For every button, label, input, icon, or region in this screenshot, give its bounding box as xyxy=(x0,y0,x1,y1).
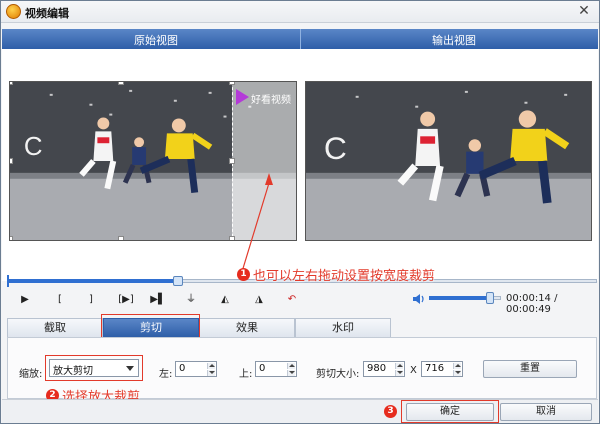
increment-icon[interactable] xyxy=(207,363,215,369)
crop-height-stepper[interactable]: 716 xyxy=(421,361,463,377)
crop-handle-top[interactable] xyxy=(118,82,124,85)
dance-scene-output-image: C xyxy=(306,82,591,240)
svg-text:C: C xyxy=(324,130,347,166)
timeline-thumb[interactable] xyxy=(173,276,183,286)
annotation-badge-3: 3 xyxy=(384,405,397,418)
annotation-text-1: 也可以左右拖动设置按宽度裁剪 xyxy=(253,269,436,284)
close-button[interactable]: ✕ xyxy=(575,3,593,21)
left-offset-value: 0 xyxy=(179,363,186,374)
crop-width-value: 980 xyxy=(367,363,387,374)
svg-text:C: C xyxy=(24,133,43,161)
reset-button[interactable]: 重置 xyxy=(483,360,577,378)
crop-handle-right[interactable] xyxy=(229,158,235,164)
play-selection-button[interactable]: [▶] xyxy=(114,292,138,308)
edit-tabs: 截取 剪切 效果 水印 xyxy=(7,318,597,337)
timeline-start-marker[interactable] xyxy=(7,275,9,287)
app-icon xyxy=(6,4,21,19)
size-x-separator: X xyxy=(410,365,417,376)
split-button[interactable]: ⏚ xyxy=(181,292,201,308)
left-offset-label: 左: xyxy=(159,369,173,380)
decrement-icon[interactable] xyxy=(287,370,295,376)
tab-watermark[interactable]: 水印 xyxy=(295,318,391,337)
volume-thumb[interactable] xyxy=(486,292,494,304)
time-current: 00:00:14 xyxy=(506,293,551,304)
tab-trim[interactable]: 截取 xyxy=(7,318,103,337)
haokan-logo-icon xyxy=(236,89,249,105)
header-divider xyxy=(300,29,301,49)
undo-button[interactable]: ↶ xyxy=(282,292,302,308)
crop-height-value: 716 xyxy=(425,363,445,374)
original-view-label: 原始视图 xyxy=(134,34,178,47)
cancel-button[interactable]: 取消 xyxy=(500,403,592,421)
annotation-badge-1: 1 xyxy=(237,268,250,281)
crop-handle-left[interactable] xyxy=(10,158,13,164)
watermark-logo-text: 好看视频 xyxy=(251,95,291,106)
decrement-icon[interactable] xyxy=(395,370,403,376)
tab-effects[interactable]: 效果 xyxy=(199,318,295,337)
increment-icon[interactable] xyxy=(287,363,295,369)
mark-in-button[interactable]: [ xyxy=(50,292,70,308)
crop-handle-bottom-right[interactable] xyxy=(229,236,235,240)
top-offset-value: 0 xyxy=(259,363,266,374)
output-video-preview: C xyxy=(305,81,592,241)
timeline-progress-fill xyxy=(7,279,178,283)
annotation-highlight-ok xyxy=(401,400,499,423)
crop-handle-bottom-left[interactable] xyxy=(10,236,13,240)
decrement-icon[interactable] xyxy=(207,370,215,376)
rotate-left-button[interactable]: ◭ xyxy=(215,292,235,308)
zoom-label: 缩放: xyxy=(19,369,43,380)
rotate-right-button[interactable]: ◮ xyxy=(249,292,269,308)
play-button[interactable]: ▶ xyxy=(15,292,35,308)
crop-handle-top-left[interactable] xyxy=(10,82,13,85)
crop-handle-top-right[interactable] xyxy=(229,82,235,85)
view-header-bar: 原始视图 输出视图 xyxy=(2,29,598,49)
crop-width-stepper[interactable]: 980 xyxy=(363,361,405,377)
title-bar: 视频编辑 ✕ xyxy=(1,1,599,23)
time-display: 00:00:14 / 00:00:49 xyxy=(506,293,599,315)
volume-icon[interactable] xyxy=(412,292,426,306)
mark-out-button[interactable]: ] xyxy=(81,292,101,308)
crop-size-label: 剪切大小: xyxy=(316,369,360,380)
video-edit-window: 视频编辑 ✕ 原始视图 输出视图 C 好看视频 C 1 也可以左右拖动设置按宽度… xyxy=(0,0,600,424)
window-title: 视频编辑 xyxy=(25,7,69,20)
next-frame-button[interactable]: ▶▌ xyxy=(148,292,168,308)
annotation-highlight-crop-tab xyxy=(101,314,200,339)
original-video-preview[interactable]: C 好看视频 xyxy=(9,81,297,241)
increment-icon[interactable] xyxy=(395,363,403,369)
output-view-label: 输出视图 xyxy=(432,34,476,47)
crop-handle-bottom[interactable] xyxy=(118,236,124,240)
time-separator: / xyxy=(550,293,558,304)
decrement-icon[interactable] xyxy=(453,370,461,376)
annotation-highlight-zoom xyxy=(45,355,143,381)
top-offset-label: 上: xyxy=(239,369,253,380)
volume-fill xyxy=(429,296,490,300)
increment-icon[interactable] xyxy=(453,363,461,369)
top-offset-stepper[interactable]: 0 xyxy=(255,361,297,377)
left-offset-stepper[interactable]: 0 xyxy=(175,361,217,377)
time-total: 00:00:49 xyxy=(506,304,551,315)
